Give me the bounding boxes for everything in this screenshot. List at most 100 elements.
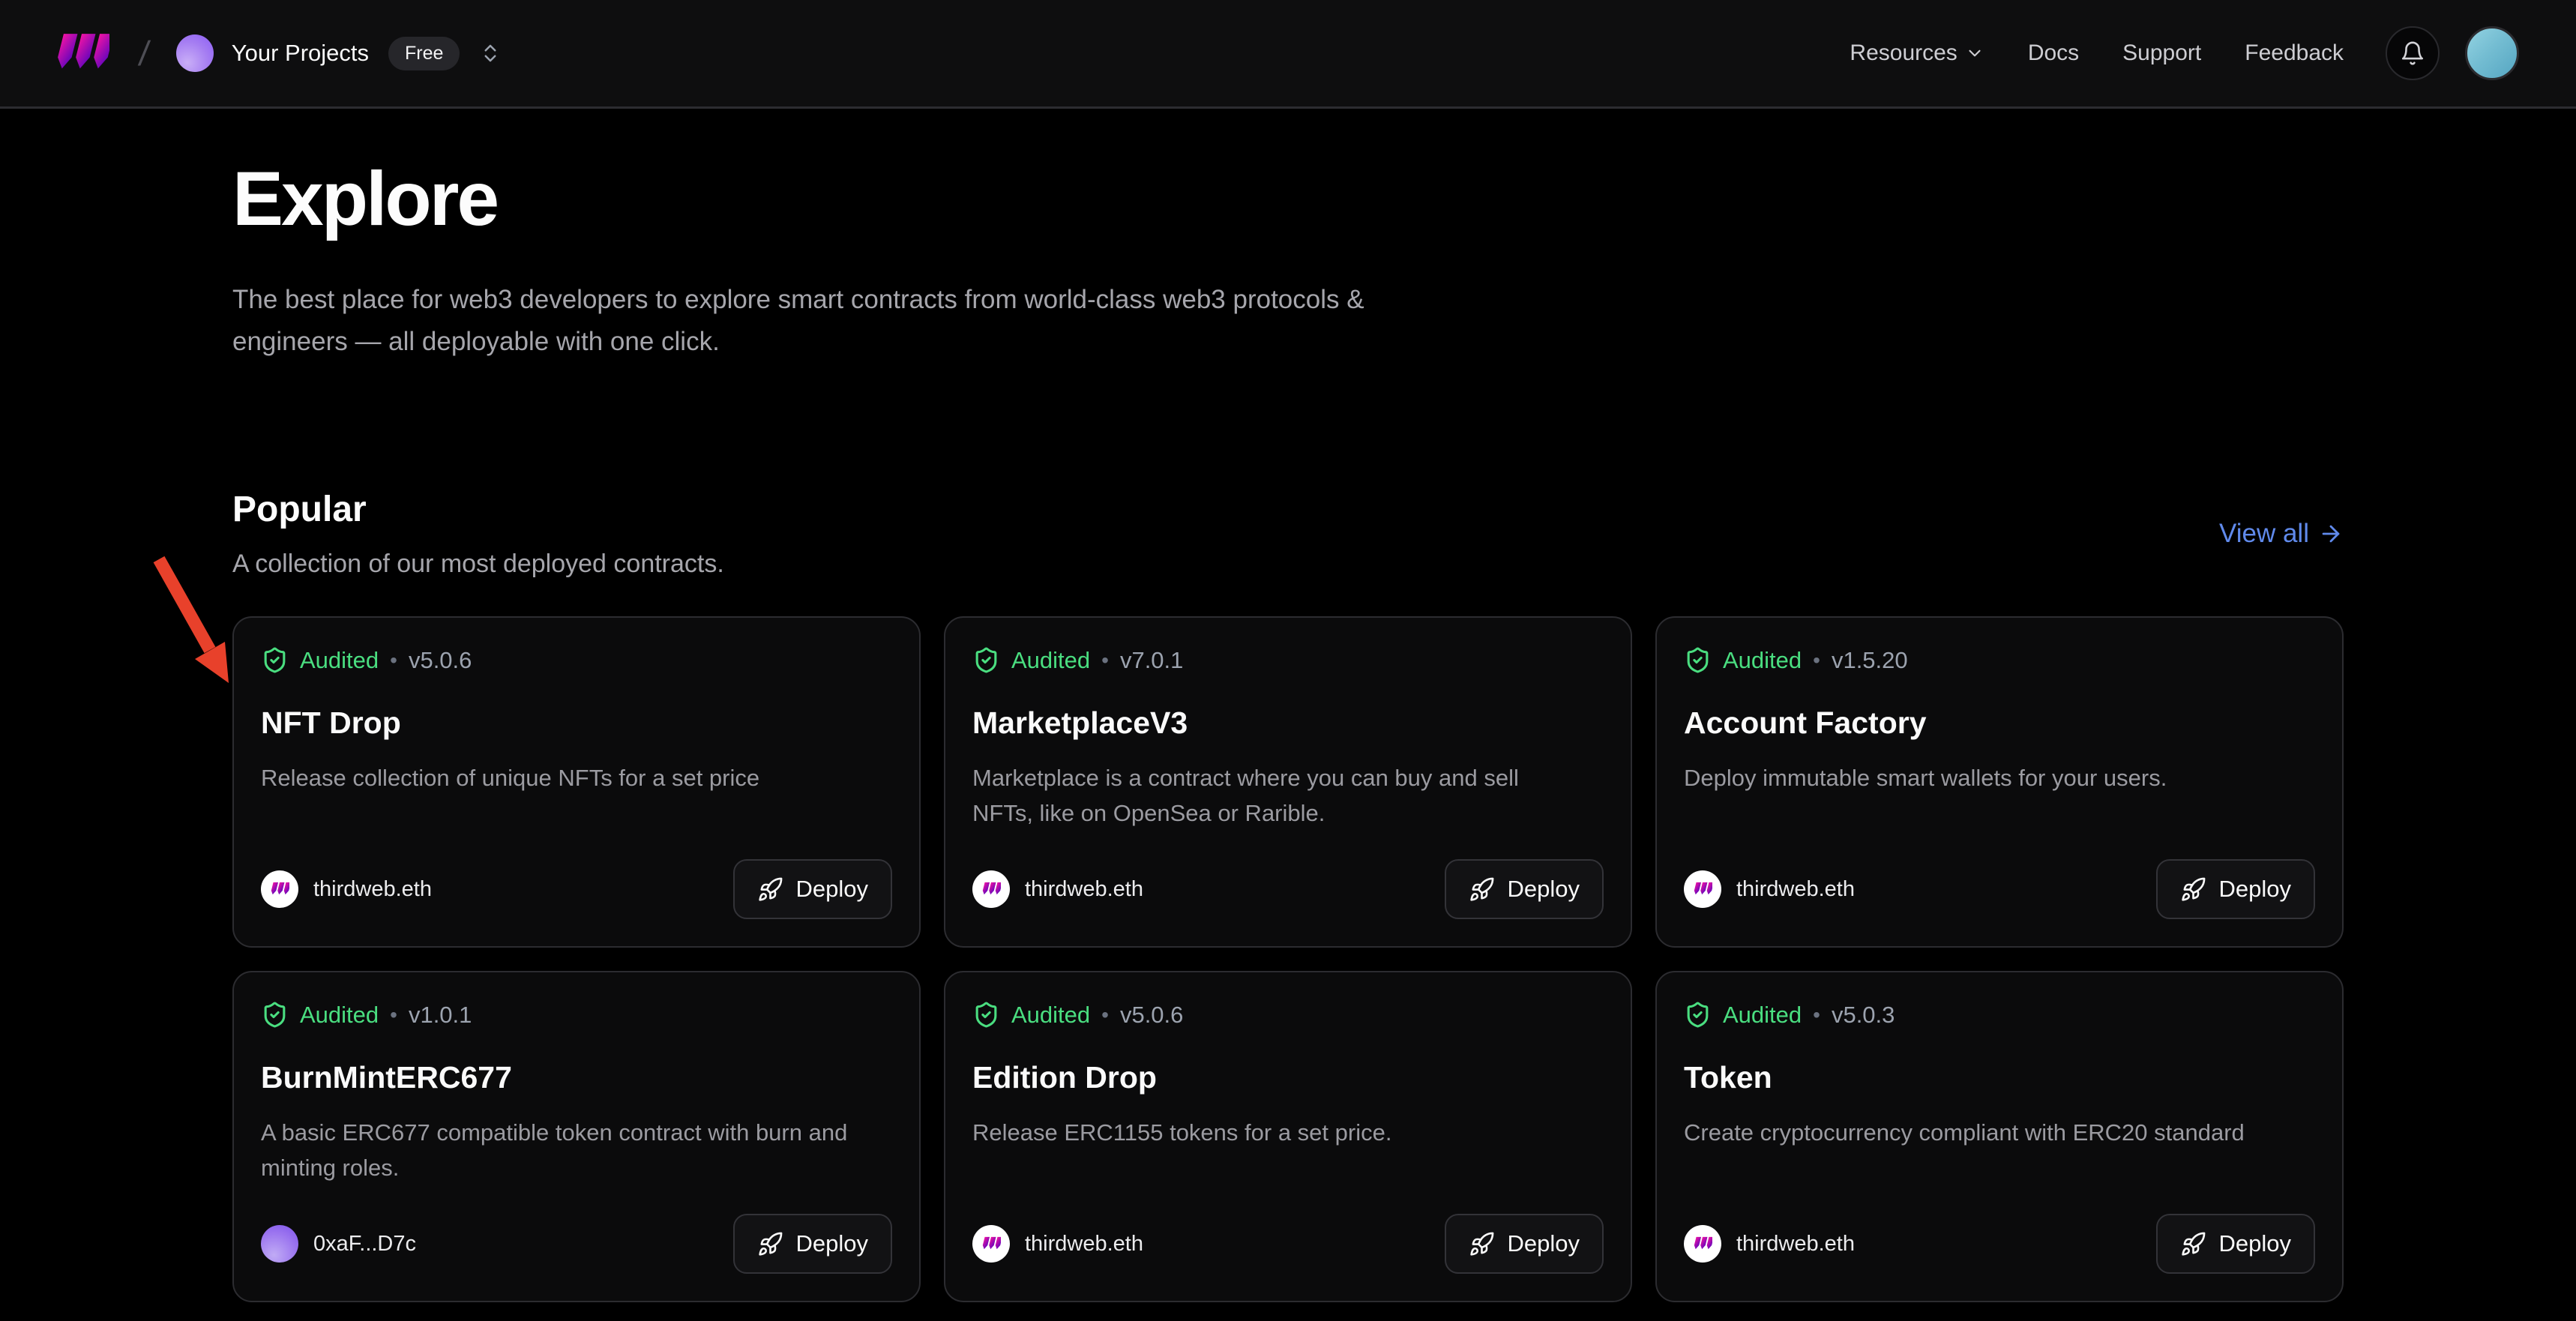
contract-card-nft-drop[interactable]: Audited • v5.0.6 NFT Drop Release collec… — [232, 616, 921, 948]
card-footer: thirdweb.eth Deploy — [1684, 859, 2315, 919]
thirdweb-publisher-avatar — [972, 870, 1010, 908]
publisher-name: thirdweb.eth — [1736, 1232, 1855, 1257]
deploy-label: Deploy — [2219, 1230, 2292, 1257]
shield-check-icon — [972, 1001, 1000, 1029]
top-navbar: / Your Projects Free Resources Docs Supp… — [0, 0, 2576, 109]
wallet-publisher-avatar — [261, 1225, 298, 1263]
contract-description: Release ERC1155 tokens for a set price. — [972, 1115, 1580, 1150]
rocket-icon — [757, 1231, 783, 1257]
contract-title: Edition Drop — [972, 1060, 1604, 1095]
page-subtitle: The best place for web3 developers to ex… — [232, 279, 1379, 363]
project-name[interactable]: Your Projects — [232, 40, 369, 67]
shield-check-icon — [1684, 1001, 1712, 1029]
card-footer: 0xaF...D7c Deploy — [261, 1214, 892, 1274]
popular-header-text: Popular A collection of our most deploye… — [232, 489, 724, 579]
deploy-button[interactable]: Deploy — [733, 859, 893, 919]
deploy-button[interactable]: Deploy — [2156, 1214, 2316, 1274]
shield-check-icon — [261, 646, 289, 674]
contract-card-burnminterc677[interactable]: Audited • v1.0.1 BurnMintERC677 A basic … — [232, 971, 921, 1302]
rocket-icon — [2180, 1231, 2206, 1257]
explore-page: Explore The best place for web3 develope… — [232, 109, 2344, 1302]
rocket-icon — [1469, 876, 1495, 903]
deploy-label: Deploy — [796, 876, 869, 903]
audited-badge: Audited — [1723, 647, 1802, 674]
dot-separator: • — [1813, 649, 1820, 672]
notifications-button[interactable] — [2386, 26, 2440, 80]
publisher-link[interactable]: thirdweb.eth — [1684, 1225, 1855, 1263]
rocket-icon — [757, 876, 783, 903]
version-label: v5.0.6 — [1120, 1002, 1183, 1029]
publisher-name: thirdweb.eth — [1736, 877, 1855, 902]
card-footer: thirdweb.eth Deploy — [1684, 1214, 2315, 1274]
contract-title: Account Factory — [1684, 705, 2315, 741]
card-badge-row: Audited • v1.5.20 — [1684, 646, 2315, 674]
audited-badge: Audited — [300, 1002, 379, 1029]
shield-check-icon — [1684, 646, 1712, 674]
page-title: Explore — [232, 155, 2344, 243]
publisher-link[interactable]: thirdweb.eth — [1684, 870, 1855, 908]
publisher-name: thirdweb.eth — [1025, 877, 1143, 902]
dot-separator: • — [1101, 1003, 1109, 1027]
deploy-button[interactable]: Deploy — [1445, 1214, 1604, 1274]
publisher-link[interactable]: thirdweb.eth — [261, 870, 432, 908]
deploy-label: Deploy — [1508, 1230, 1580, 1257]
contract-card-edition-drop[interactable]: Audited • v5.0.6 Edition Drop Release ER… — [944, 971, 1632, 1302]
popular-title: Popular — [232, 489, 724, 530]
thirdweb-publisher-avatar — [261, 870, 298, 908]
bell-icon — [2400, 40, 2425, 66]
deploy-label: Deploy — [2219, 876, 2292, 903]
contract-description: A basic ERC677 compatible token contract… — [261, 1115, 868, 1185]
project-switcher-chevrons-icon[interactable] — [479, 42, 502, 64]
card-badge-row: Audited • v5.0.6 — [261, 646, 892, 674]
card-footer: thirdweb.eth Deploy — [261, 859, 892, 919]
nav-link-feedback[interactable]: Feedback — [2245, 40, 2344, 66]
contract-card-account-factory[interactable]: Audited • v1.5.20 Account Factory Deploy… — [1655, 616, 2344, 948]
deploy-label: Deploy — [796, 1230, 869, 1257]
card-footer: thirdweb.eth Deploy — [972, 1214, 1604, 1274]
chevron-down-icon — [1965, 43, 1984, 63]
nav-link-support[interactable]: Support — [2122, 40, 2201, 66]
publisher-name: 0xaF...D7c — [313, 1232, 416, 1257]
dot-separator: • — [1101, 649, 1109, 672]
version-label: v7.0.1 — [1120, 647, 1183, 674]
audited-badge: Audited — [1011, 647, 1090, 674]
audited-badge: Audited — [1011, 1002, 1090, 1029]
arrow-right-icon — [2318, 521, 2344, 547]
user-avatar[interactable] — [2465, 26, 2519, 80]
navbar-right: Resources Docs Support Feedback — [1806, 26, 2519, 80]
breadcrumb-separator: / — [136, 33, 151, 73]
deploy-button[interactable]: Deploy — [1445, 859, 1604, 919]
publisher-name: thirdweb.eth — [1025, 1232, 1143, 1257]
dot-separator: • — [390, 649, 397, 672]
project-avatar[interactable] — [176, 34, 214, 72]
view-all-label: View all — [2219, 519, 2309, 549]
deploy-label: Deploy — [1508, 876, 1580, 903]
contract-card-marketplacev3[interactable]: Audited • v7.0.1 MarketplaceV3 Marketpla… — [944, 616, 1632, 948]
contract-description: Create cryptocurrency compliant with ERC… — [1684, 1115, 2291, 1150]
publisher-link[interactable]: thirdweb.eth — [972, 870, 1143, 908]
publisher-link[interactable]: 0xaF...D7c — [261, 1225, 416, 1263]
popular-section-header: Popular A collection of our most deploye… — [232, 489, 2344, 579]
contract-title: NFT Drop — [261, 705, 892, 741]
audited-badge: Audited — [1723, 1002, 1802, 1029]
contract-title: MarketplaceV3 — [972, 705, 1604, 741]
deploy-button[interactable]: Deploy — [733, 1214, 893, 1274]
card-footer: thirdweb.eth Deploy — [972, 859, 1604, 919]
publisher-link[interactable]: thirdweb.eth — [972, 1225, 1143, 1263]
thirdweb-logo-icon[interactable] — [54, 33, 109, 73]
deploy-button[interactable]: Deploy — [2156, 859, 2316, 919]
dot-separator: • — [1813, 1003, 1820, 1027]
contract-description: Release collection of unique NFTs for a … — [261, 760, 868, 795]
version-label: v1.5.20 — [1832, 647, 1908, 674]
audited-badge: Audited — [300, 647, 379, 674]
nav-link-docs[interactable]: Docs — [2028, 40, 2079, 66]
version-label: v1.0.1 — [409, 1002, 472, 1029]
rocket-icon — [1469, 1231, 1495, 1257]
nav-link-resources[interactable]: Resources — [1850, 40, 1984, 66]
view-all-link[interactable]: View all — [2219, 519, 2344, 549]
card-badge-row: Audited • v1.0.1 — [261, 1001, 892, 1029]
publisher-name: thirdweb.eth — [313, 877, 432, 902]
dot-separator: • — [390, 1003, 397, 1027]
contract-card-token[interactable]: Audited • v5.0.3 Token Create cryptocurr… — [1655, 971, 2344, 1302]
card-badge-row: Audited • v7.0.1 — [972, 646, 1604, 674]
